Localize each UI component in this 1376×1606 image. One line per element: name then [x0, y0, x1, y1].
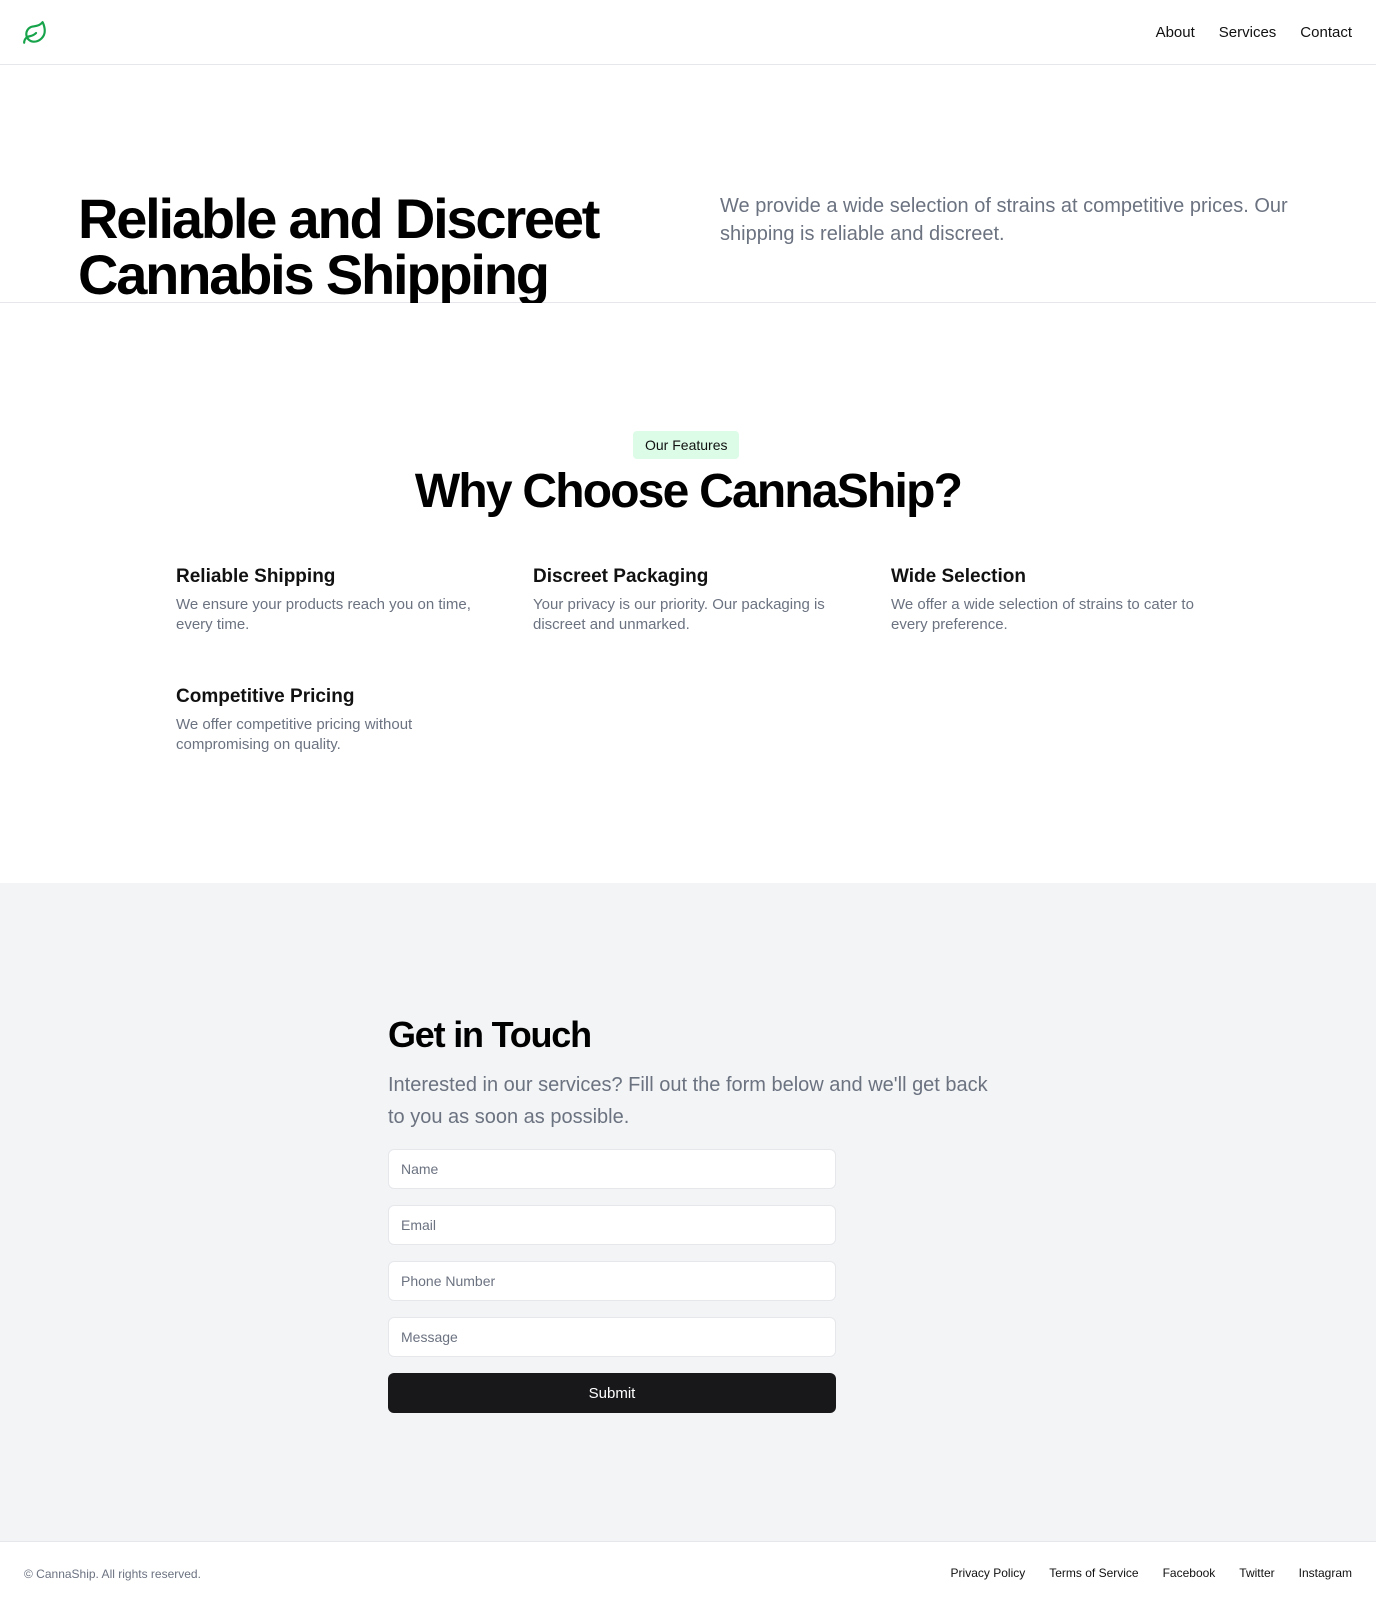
nav-contact-link[interactable]: Contact — [1300, 24, 1352, 41]
footer-link-terms-of-service[interactable]: Terms of Service — [1049, 1565, 1138, 1581]
footer-link-instagram[interactable]: Instagram — [1299, 1565, 1352, 1581]
name-input[interactable] — [388, 1149, 836, 1189]
site-footer: © CannaShip. All rights reserved. Privac… — [0, 1541, 1376, 1606]
footer-link-privacy-policy[interactable]: Privacy Policy — [951, 1565, 1026, 1581]
footer-link-facebook[interactable]: Facebook — [1163, 1565, 1216, 1581]
hero-title: Reliable and Discreet Cannabis Shipping — [78, 187, 600, 306]
footer-nav: Privacy Policy Terms of Service Facebook… — [951, 1565, 1352, 1581]
contact-title: Get in Touch — [388, 1014, 592, 1055]
nav-services-link[interactable]: Services — [1219, 24, 1277, 41]
footer-link-twitter[interactable]: Twitter — [1239, 1565, 1274, 1581]
feature-card-wide-selection: Wide Selection We offer a wide selection… — [891, 565, 1201, 635]
feature-title: Competitive Pricing — [176, 686, 355, 707]
email-input[interactable] — [388, 1205, 836, 1245]
feature-card-competitive-pricing: Competitive Pricing We offer competitive… — [176, 685, 486, 755]
feature-title: Wide Selection — [891, 566, 1026, 587]
feature-title: Reliable Shipping — [176, 566, 336, 587]
hero-section: Reliable and Discreet Cannabis Shipping … — [0, 65, 1376, 303]
features-section: Our Features Why Choose CannaShip? Relia… — [0, 303, 1376, 883]
feature-card-discreet-packaging: Discreet Packaging Your privacy is our p… — [533, 565, 843, 635]
leaf-icon — [23, 21, 46, 44]
feature-description: We ensure your products reach you on tim… — [176, 596, 471, 633]
contact-subtitle: Interested in our services? Fill out the… — [388, 1074, 988, 1128]
feature-description: Your privacy is our priority. Our packag… — [533, 596, 825, 633]
copyright-text: © CannaShip. All rights reserved. — [24, 1567, 201, 1581]
main-nav: About Services Contact — [1156, 0, 1352, 64]
features-title: Why Choose CannaShip? — [414, 465, 963, 518]
nav-about-link[interactable]: About — [1156, 24, 1195, 41]
feature-card-reliable-shipping: Reliable Shipping We ensure your product… — [176, 565, 486, 635]
feature-title: Discreet Packaging — [533, 566, 709, 587]
message-input[interactable] — [388, 1317, 836, 1357]
features-badge: Our Features — [633, 431, 740, 459]
phone-input[interactable] — [388, 1261, 836, 1301]
feature-description: We offer competitive pricing without com… — [176, 716, 413, 753]
feature-description: We offer a wide selection of strains to … — [891, 596, 1194, 633]
hero-subtitle: We provide a wide selection of strains a… — [720, 195, 1288, 245]
submit-button[interactable]: Submit — [388, 1373, 836, 1413]
contact-section: Get in Touch Interested in our services?… — [0, 883, 1376, 1541]
site-header: About Services Contact — [0, 0, 1376, 65]
